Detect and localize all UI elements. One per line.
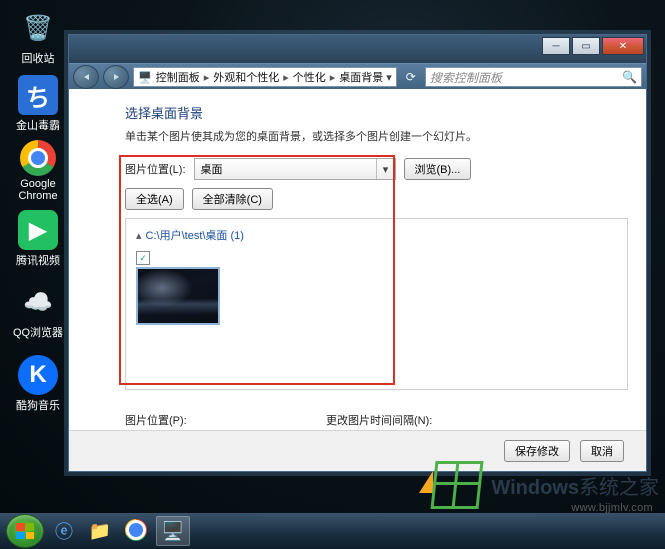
chevron-right-icon: ▸ xyxy=(204,71,210,84)
clear-all-button[interactable]: 全部清除(C) xyxy=(192,188,273,210)
minimize-button[interactable]: ─ xyxy=(542,37,570,55)
taskbar-control-panel[interactable]: 🖥️ xyxy=(156,516,190,546)
desktop-icon-label: QQ浏览器 xyxy=(10,324,66,340)
picture-location-row: 图片位置(L): 桌面 ▾ 浏览(B)... xyxy=(125,158,628,180)
page-subtitle: 单击某个图片使其成为您的桌面背景，或选择多个图片创建一个幻灯片。 xyxy=(125,128,628,144)
page-title: 选择桌面背景 xyxy=(125,103,628,122)
desktop-icon-qqbrowser[interactable]: ☁️ QQ浏览器 xyxy=(10,282,66,340)
arrow-left-icon xyxy=(84,74,89,80)
arrow-right-icon xyxy=(114,74,119,80)
search-placeholder: 搜索控制面板 xyxy=(430,69,502,86)
desktop-icon-label: 腾讯视频 xyxy=(10,252,66,268)
wallpaper-item[interactable]: ✓ xyxy=(136,251,216,325)
chevron-down-icon[interactable]: ▾ xyxy=(386,71,392,84)
desktop-icon-label: 酷狗音乐 xyxy=(10,397,66,413)
select-all-button[interactable]: 全选(A) xyxy=(125,188,184,210)
save-button[interactable]: 保存修改 xyxy=(504,440,570,462)
combo-value: 桌面 xyxy=(201,161,223,177)
desktop-icon-kugou[interactable]: K 酷狗音乐 xyxy=(10,355,66,413)
control-panel-icon: 🖥️ xyxy=(138,71,152,84)
breadcrumb[interactable]: 🖥️ 控制面板▸ 外观和个性化▸ 个性化▸ 桌面背景 ▾ xyxy=(133,67,397,87)
nav-forward-button[interactable] xyxy=(103,65,129,89)
close-button[interactable]: ✕ xyxy=(602,37,644,55)
desktop-icon-label: 回收站 xyxy=(10,50,66,66)
gallery-group-title: C:\用户\test\桌面 (1) xyxy=(146,227,244,243)
chevron-right-icon: ▸ xyxy=(283,71,289,84)
cloud-icon: ☁️ xyxy=(18,282,58,322)
search-icon: 🔍 xyxy=(622,70,637,84)
music-icon: K xyxy=(18,355,58,395)
cancel-button[interactable]: 取消 xyxy=(580,440,624,462)
breadcrumb-item[interactable]: 个性化 xyxy=(293,69,326,85)
desktop-icon-label: 金山毒霸 xyxy=(10,117,66,133)
chevron-right-icon: ▸ xyxy=(330,71,336,84)
control-panel-window: ─ ▭ ✕ 🖥️ 控制面板▸ 外观和个性化▸ 个性化▸ 桌面背景 ▾ ⟳ 搜索控… xyxy=(68,34,647,472)
shield-icon: ち xyxy=(18,75,58,115)
nav-back-button[interactable] xyxy=(73,65,99,89)
recycle-bin-icon: 🗑️ xyxy=(18,8,58,48)
taskbar[interactable]: ⓔ 📁 🖥️ xyxy=(0,513,665,549)
browse-button[interactable]: 浏览(B)... xyxy=(404,158,472,180)
desktop-icon-recycle[interactable]: 🗑️ 回收站 xyxy=(10,8,66,66)
chevron-down-icon: ▾ xyxy=(376,159,395,179)
watermark-logo xyxy=(433,461,481,509)
breadcrumb-item[interactable]: 桌面背景 xyxy=(339,69,383,85)
breadcrumb-item[interactable]: 控制面板 xyxy=(156,69,200,85)
watermark-text: Windows系统之家 xyxy=(491,471,659,500)
picture-location-combo[interactable]: 桌面 ▾ xyxy=(194,158,396,180)
interval-label: 更改图片时间间隔(N): xyxy=(326,412,560,428)
chrome-icon xyxy=(20,140,56,176)
desktop-icon-chrome[interactable]: Google Chrome xyxy=(10,140,66,202)
refresh-button[interactable]: ⟳ xyxy=(401,70,421,84)
nav-toolbar: 🖥️ 控制面板▸ 外观和个性化▸ 个性化▸ 桌面背景 ▾ ⟳ 搜索控制面板 🔍 xyxy=(69,63,646,91)
desktop-icon-tencent[interactable]: ▶ 腾讯视频 xyxy=(10,210,66,268)
taskbar-chrome[interactable] xyxy=(120,517,152,545)
picture-position-label: 图片位置(P): xyxy=(125,412,266,428)
desktop: 🗑️ 回收站 ち 金山毒霸 Google Chrome ▶ 腾讯视频 ☁️ QQ… xyxy=(0,0,665,549)
taskbar-explorer[interactable]: 📁 xyxy=(84,517,116,545)
wallpaper-thumbnail[interactable] xyxy=(136,267,220,325)
taskbar-ie[interactable]: ⓔ xyxy=(48,517,80,545)
desktop-icon-label: Google Chrome xyxy=(10,178,66,202)
start-button[interactable] xyxy=(6,514,44,548)
breadcrumb-item[interactable]: 外观和个性化 xyxy=(213,69,279,85)
search-input[interactable]: 搜索控制面板 🔍 xyxy=(425,67,642,87)
collapse-icon: ▴ xyxy=(136,229,142,242)
image-gallery[interactable]: ▴ C:\用户\test\桌面 (1) ✓ xyxy=(125,218,628,390)
desktop-icon-jinshan[interactable]: ち 金山毒霸 xyxy=(10,75,66,133)
picture-location-label: 图片位置(L): xyxy=(125,161,186,177)
wallpaper-checkbox[interactable]: ✓ xyxy=(136,251,150,265)
gallery-group-header[interactable]: ▴ C:\用户\test\桌面 (1) xyxy=(136,227,617,243)
selection-buttons-row: 全选(A) 全部清除(C) xyxy=(125,188,628,210)
windows-logo-icon xyxy=(16,523,34,539)
play-icon: ▶ xyxy=(18,210,58,250)
titlebar[interactable]: ─ ▭ ✕ xyxy=(69,35,646,63)
maximize-button[interactable]: ▭ xyxy=(572,37,600,55)
content-area: 选择桌面背景 单击某个图片使其成为您的桌面背景，或选择多个图片创建一个幻灯片。 … xyxy=(69,89,646,431)
